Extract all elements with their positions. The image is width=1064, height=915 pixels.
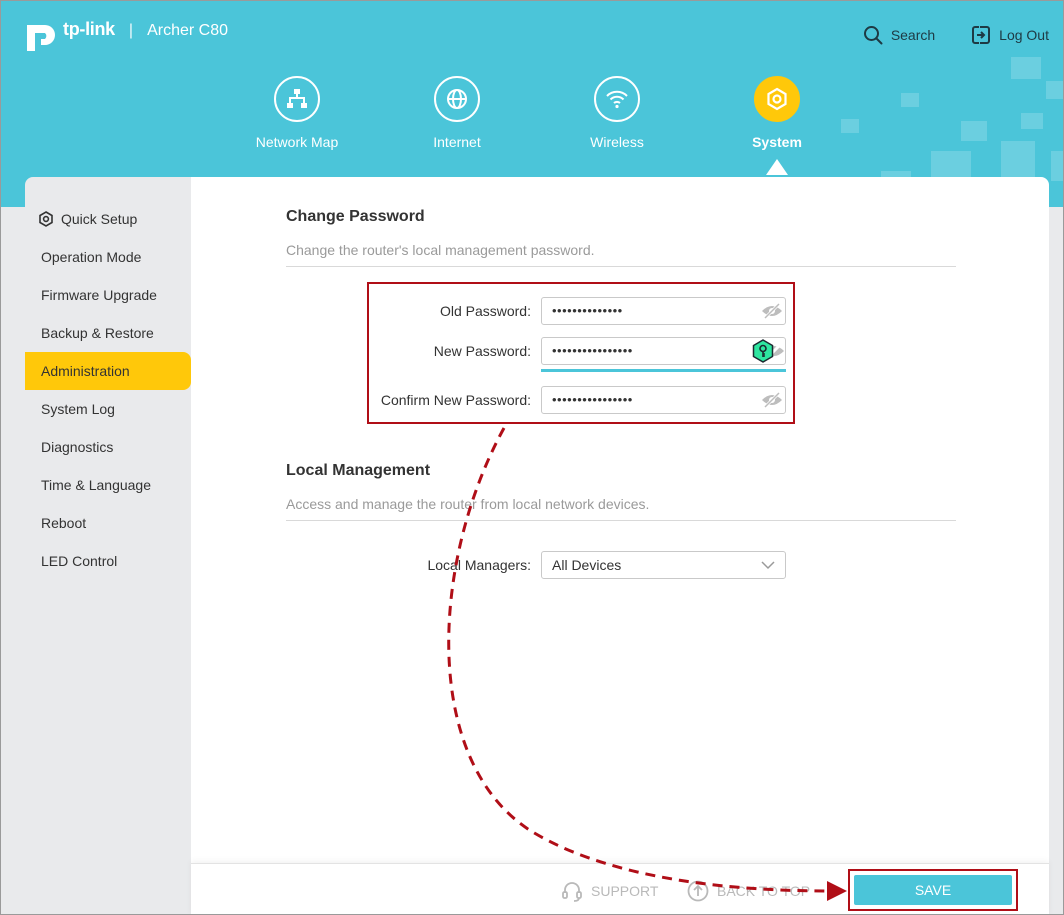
logo-text: tp-link — [63, 18, 115, 39]
browser-frame: tp-link | Archer C80 Search Log Out Netw… — [0, 0, 1064, 915]
model-name: Archer C80 — [147, 22, 228, 39]
save-button[interactable]: SAVE — [854, 875, 1012, 905]
nav-wireless[interactable]: Wireless — [562, 76, 672, 150]
tp-link-logo-icon — [27, 25, 55, 51]
sidebar-item-label: Time & Language — [41, 477, 151, 493]
sidebar-item-diagnostics[interactable]: Diagnostics — [25, 428, 191, 466]
arrow-up-circle-icon — [687, 880, 709, 902]
nav-internet[interactable]: Internet — [402, 76, 512, 150]
nav-system[interactable]: System — [722, 76, 832, 150]
local-management-description: Access and manage the router from local … — [286, 496, 650, 512]
sidebar-item-label: Firmware Upgrade — [41, 287, 157, 303]
sidebar-item-label: Diagnostics — [41, 439, 114, 455]
sidebar-item-label: Administration — [41, 363, 130, 379]
back-to-top-label: BACK TO TOP — [717, 883, 811, 899]
gear-icon — [767, 87, 787, 111]
sidebar-item-system-log[interactable]: System Log — [25, 390, 191, 428]
change-password-description: Change the router's local management pas… — [286, 242, 595, 258]
logout-label: Log Out — [999, 27, 1049, 43]
wifi-icon — [606, 90, 628, 109]
support-link[interactable]: SUPPORT — [561, 880, 658, 902]
back-to-top-link[interactable]: BACK TO TOP — [687, 880, 810, 902]
sidebar-item-backup-restore[interactable]: Backup & Restore — [25, 314, 191, 352]
support-label: SUPPORT — [591, 883, 659, 899]
local-managers-value: All Devices — [552, 557, 622, 573]
sidebar-item-label: Quick Setup — [61, 211, 138, 227]
nav-label: Wireless — [590, 134, 644, 150]
network-map-icon — [287, 89, 307, 108]
sidebar-item-operation-mode[interactable]: Operation Mode — [25, 238, 191, 276]
logout-icon — [972, 26, 991, 44]
logo-separator: | — [128, 22, 134, 39]
nav-label: System — [752, 134, 802, 150]
main-nav: Network Map Internet Wireless System — [1, 76, 1063, 166]
password-fields-highlight — [367, 282, 795, 424]
top-actions: Search Log Out — [863, 25, 1049, 45]
local-management-title: Local Management — [286, 462, 431, 479]
nav-network-map[interactable]: Network Map — [242, 76, 352, 150]
change-password-title: Change Password — [286, 208, 425, 225]
sidebar-item-time-language[interactable]: Time & Language — [25, 466, 191, 504]
chevron-down-icon — [761, 561, 775, 570]
globe-icon — [447, 89, 467, 109]
logout-button[interactable]: Log Out — [971, 25, 1049, 45]
sidebar-item-firmware-upgrade[interactable]: Firmware Upgrade — [25, 276, 191, 314]
sidebar-item-label: Operation Mode — [41, 249, 142, 265]
nav-label: Internet — [433, 134, 481, 150]
headset-icon — [562, 882, 582, 902]
section-divider — [286, 266, 956, 267]
sidebar-item-reboot[interactable]: Reboot — [25, 504, 191, 542]
save-button-highlight: SAVE — [848, 869, 1018, 911]
active-nav-indicator — [766, 159, 788, 175]
sidebar-item-administration[interactable]: Administration — [25, 352, 191, 390]
sidebar-item-label: Backup & Restore — [41, 325, 154, 341]
sidebar-item-label: Reboot — [41, 515, 87, 531]
nav-label: Network Map — [255, 134, 339, 150]
section-divider — [286, 520, 956, 521]
sidebar-item-label: LED Control — [41, 553, 118, 569]
local-managers-select[interactable]: All Devices — [541, 551, 786, 579]
search-button[interactable]: Search — [863, 25, 935, 45]
sidebar-item-led-control[interactable]: LED Control — [25, 542, 191, 580]
sidebar: Quick Setup Operation Mode Firmware Upgr… — [25, 177, 191, 914]
search-label: Search — [890, 27, 936, 43]
sidebar-item-label: System Log — [41, 401, 115, 417]
gear-icon — [39, 211, 53, 227]
tp-link-logo[interactable]: tp-link | Archer C80 — [23, 17, 228, 53]
search-icon — [863, 26, 883, 45]
local-managers-label: Local Managers: — [427, 557, 531, 573]
sidebar-item-quick-setup[interactable]: Quick Setup — [25, 200, 191, 238]
